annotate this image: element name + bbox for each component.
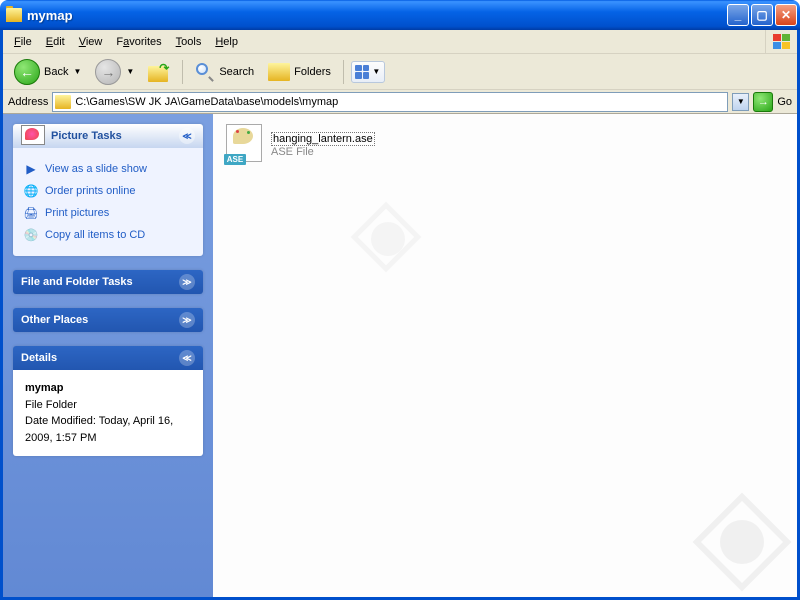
details-body: mymap File Folder Date Modified: Today, …	[13, 370, 203, 456]
forward-button[interactable]: → ▼	[90, 56, 139, 88]
chevron-up-icon: ≪	[179, 128, 195, 144]
addressbar: Address C:\Games\SW JK JA\GameData\base\…	[3, 90, 797, 114]
picture-tasks-panel: Picture Tasks ≪ ▶View as a slide show 🌐O…	[13, 124, 203, 256]
menu-tools[interactable]: Tools	[169, 34, 209, 50]
search-icon	[195, 62, 215, 82]
picture-tasks-header[interactable]: Picture Tasks ≪	[13, 124, 203, 148]
menu-edit[interactable]: Edit	[39, 34, 72, 50]
folders-icon	[268, 63, 290, 81]
watermark-icon	[353, 204, 423, 274]
go-label: Go	[777, 96, 792, 108]
maximize-button[interactable]: ▢	[751, 4, 773, 26]
file-list[interactable]: ASE hanging_lantern.ase ASE File	[213, 114, 797, 597]
file-thumbnail: ASE	[223, 124, 265, 166]
other-places-panel: Other Places ≫	[13, 308, 203, 332]
file-item[interactable]: ASE hanging_lantern.ase ASE File	[223, 124, 378, 166]
menu-help[interactable]: Help	[208, 34, 245, 50]
folders-button[interactable]: Folders	[263, 60, 336, 84]
other-places-header[interactable]: Other Places ≫	[13, 308, 203, 332]
menu-favorites[interactable]: Favorites	[109, 34, 168, 50]
chevron-down-icon: ≫	[179, 274, 195, 290]
up-button[interactable]: ↷	[143, 59, 175, 85]
task-order-prints[interactable]: 🌐Order prints online	[23, 180, 193, 202]
go-button[interactable]: →	[753, 92, 773, 112]
titlebar: mymap _ ▢ ✕	[0, 0, 800, 30]
sidebar: Picture Tasks ≪ ▶View as a slide show 🌐O…	[3, 114, 213, 597]
chevron-up-icon: ≪	[179, 350, 195, 366]
menu-view[interactable]: View	[72, 34, 110, 50]
windows-flag-icon	[765, 30, 797, 54]
picture-icon	[21, 125, 47, 147]
file-type: ASE File	[271, 146, 375, 158]
task-copy-cd[interactable]: 💿Copy all items to CD	[23, 224, 193, 246]
details-header[interactable]: Details ≪	[13, 346, 203, 370]
file-folder-tasks-panel: File and Folder Tasks ≫	[13, 270, 203, 294]
toolbar: ← Back ▼ → ▼ ↷ Search Folders ▼	[3, 54, 797, 90]
close-button[interactable]: ✕	[775, 4, 797, 26]
folder-icon	[6, 8, 22, 22]
minimize-button[interactable]: _	[727, 4, 749, 26]
task-slideshow[interactable]: ▶View as a slide show	[23, 158, 193, 180]
chevron-down-icon: ≫	[179, 312, 195, 328]
address-label: Address	[8, 96, 48, 108]
file-folder-tasks-header[interactable]: File and Folder Tasks ≫	[13, 270, 203, 294]
folder-icon	[55, 95, 71, 109]
address-path: C:\Games\SW JK JA\GameData\base\models\m…	[75, 96, 338, 108]
window-title: mymap	[27, 8, 727, 23]
views-button[interactable]: ▼	[351, 61, 385, 83]
back-button[interactable]: ← Back ▼	[9, 56, 86, 88]
search-button[interactable]: Search	[190, 59, 259, 85]
menubar: File Edit View Favorites Tools Help	[3, 30, 797, 54]
details-panel: Details ≪ mymap File Folder Date Modifie…	[13, 346, 203, 456]
address-input[interactable]: C:\Games\SW JK JA\GameData\base\models\m…	[52, 92, 728, 112]
menu-file[interactable]: File	[7, 34, 39, 50]
task-print[interactable]: 🖨Print pictures	[23, 202, 193, 224]
watermark-icon	[697, 497, 787, 587]
address-dropdown[interactable]: ▼	[732, 93, 749, 111]
file-name: hanging_lantern.ase	[271, 132, 375, 146]
